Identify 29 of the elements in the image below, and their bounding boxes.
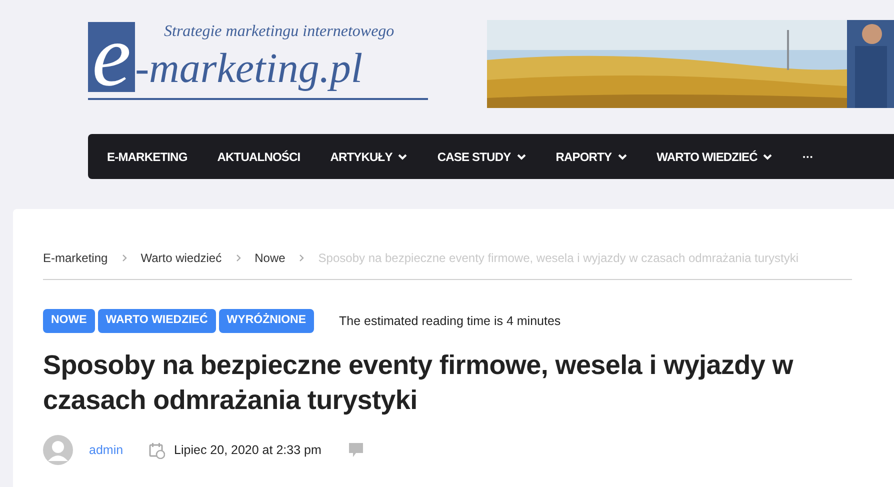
chevron-right-icon [236, 254, 241, 262]
chevron-right-icon [122, 254, 127, 262]
comment-icon[interactable] [348, 442, 364, 458]
chevron-down-icon [763, 154, 772, 160]
breadcrumb-link[interactable]: Warto wiedzieć [140, 249, 222, 267]
chevron-down-icon [398, 154, 408, 160]
calendar-icon [149, 442, 166, 458]
category-tag[interactable]: WYRÓŻNIONE [218, 309, 314, 333]
reading-time: The estimated reading time is 4 minutes [339, 312, 561, 330]
nav-item[interactable]: ARTYKUŁY [330, 148, 408, 166]
logo-letter: e [88, 22, 136, 92]
nav-item[interactable]: RAPORTY [556, 148, 627, 166]
nav-item[interactable]: ··· [802, 148, 814, 166]
category-tag[interactable]: WARTO WIEDZIEĆ [98, 309, 216, 333]
nav-item[interactable]: E-MARKETING [107, 148, 188, 166]
avatar-icon [43, 435, 73, 465]
nav-item[interactable]: AKTUALNOŚCI [217, 148, 300, 166]
nav-item[interactable]: WARTO WIEDZIEĆ [656, 148, 772, 166]
breadcrumb-link[interactable]: Nowe [254, 249, 286, 267]
chevron-down-icon [618, 154, 627, 160]
breadcrumb-link[interactable]: E-marketing [43, 249, 108, 267]
logo-text: -marketing.pl [135, 45, 363, 94]
category-tag[interactable]: NOWE [43, 309, 95, 333]
article-title: Sposoby na bezpieczne eventy firmowe, wesela i wyjazdy w czasach odmrażania turystyki [43, 349, 794, 417]
post-date: Lipiec 20, 2020 at 2:33 pm [174, 442, 322, 459]
chevron-down-icon [516, 154, 526, 160]
chevron-right-icon [299, 254, 304, 262]
nav-item[interactable]: CASE STUDY [437, 148, 526, 166]
logo-tagline: Strategie marketingu internetowego [164, 22, 394, 42]
